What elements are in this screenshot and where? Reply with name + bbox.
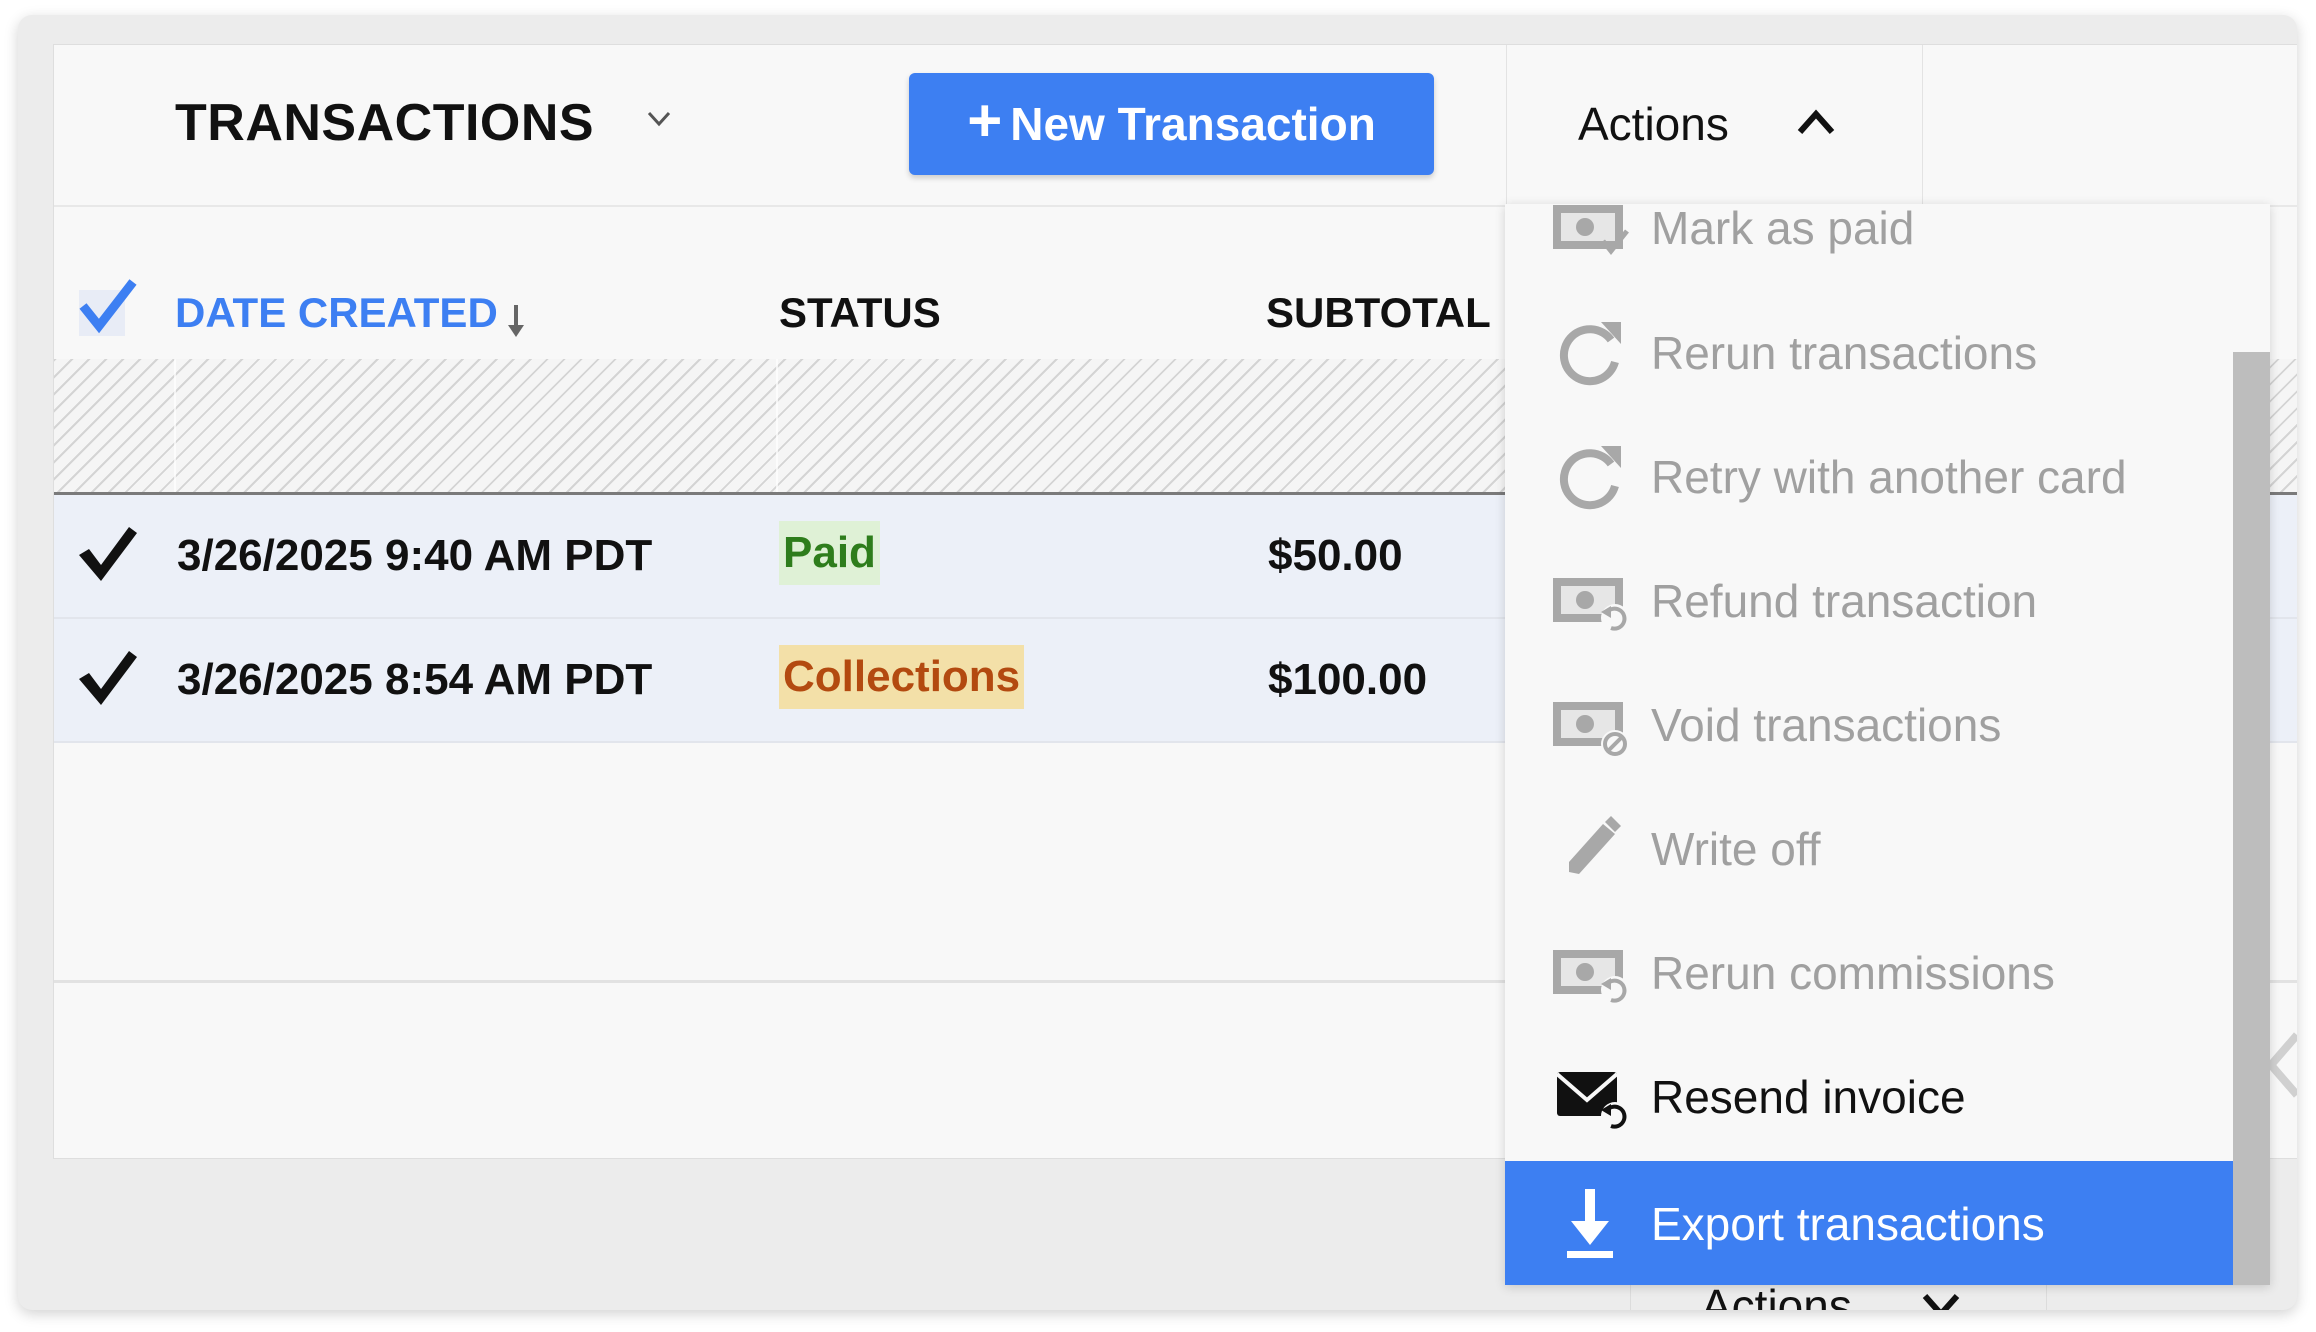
- menu-item-write-off[interactable]: Write off: [1505, 786, 2233, 910]
- column-header-date-created[interactable]: DATE CREATED: [175, 289, 498, 337]
- date-cell: 3/26/2025 9:40 AM PDT: [177, 531, 653, 580]
- chevron-down-icon[interactable]: [644, 107, 674, 131]
- menu-item-label: Rerun commissions: [1651, 947, 2055, 999]
- pencil-icon: [1569, 816, 1621, 874]
- menu-item-refund-transaction[interactable]: Refund transaction: [1505, 538, 2233, 662]
- checkmark-icon[interactable]: [75, 525, 139, 585]
- menu-item-label: Refund transaction: [1651, 575, 2038, 627]
- chevron-down-icon: [1922, 1294, 1960, 1310]
- subtotal-cell: $100.00: [1268, 655, 1428, 704]
- menu-item-label: Rerun transactions: [1651, 327, 2038, 379]
- envelope-resend-icon: [1555, 1072, 1629, 1130]
- status-badge: Paid: [779, 521, 880, 585]
- checkmark-icon[interactable]: [75, 649, 139, 709]
- chevron-up-icon: [1797, 109, 1835, 134]
- column-header-status[interactable]: STATUS: [779, 289, 941, 337]
- select-all-checkbox[interactable]: [75, 276, 139, 340]
- subtotal-cell: $50.00: [1268, 531, 1403, 580]
- panel-header: TRANSACTIONS + New Transaction Actions: [54, 45, 2297, 207]
- checkmark-icon: [79, 279, 137, 334]
- menu-item-rerun-transactions[interactable]: Rerun transactions: [1505, 290, 2233, 414]
- new-transaction-label: New Transaction: [1010, 98, 1376, 150]
- actions-label: Actions: [1578, 98, 1729, 150]
- money-refund-icon: [1553, 578, 1629, 632]
- download-icon: [1567, 1189, 1613, 1258]
- money-check-icon: [1553, 205, 1629, 256]
- menu-item-label: Void transactions: [1651, 699, 2002, 751]
- actions-dropdown-toggle[interactable]: Actions: [1506, 45, 1923, 205]
- menu-item-resend-invoice[interactable]: Resend invoice: [1505, 1034, 2233, 1158]
- column-header-subtotal[interactable]: SUBTOTAL: [1266, 289, 1491, 337]
- menu-item-label: Mark as paid: [1651, 204, 1915, 254]
- menu-item-rerun-commissions[interactable]: Rerun commissions: [1505, 910, 2233, 1034]
- menu-item-export-transactions[interactable]: Export transactions: [1505, 1161, 2233, 1285]
- menu-item-label: Write off: [1651, 823, 1821, 875]
- plus-icon: +: [967, 87, 1003, 154]
- menu-item-mark-as-paid[interactable]: Mark as paid: [1505, 204, 2233, 289]
- scrollbar-thumb[interactable]: [2233, 352, 2270, 1285]
- menu-item-label: Retry with another card: [1651, 451, 2127, 503]
- actions-menu: Mark as paid Rerun transactions Retry wi…: [1505, 204, 2270, 1285]
- date-cell: 3/26/2025 8:54 AM PDT: [177, 655, 653, 704]
- menu-item-label: Resend invoice: [1651, 1071, 1966, 1123]
- redo-icon: [1559, 446, 1621, 510]
- page-title: TRANSACTIONS: [175, 94, 595, 152]
- menu-item-retry-another-card[interactable]: Retry with another card: [1505, 414, 2233, 538]
- money-refund-icon: [1553, 950, 1629, 1004]
- money-void-icon: [1553, 702, 1629, 758]
- redo-icon: [1559, 322, 1621, 386]
- new-transaction-button[interactable]: + New Transaction: [909, 73, 1434, 175]
- status-badge: Collections: [779, 645, 1025, 709]
- arrow-down-icon[interactable]: [504, 299, 528, 339]
- menu-item-void-transactions[interactable]: Void transactions: [1505, 662, 2233, 786]
- menu-item-label: Export transactions: [1651, 1198, 2045, 1250]
